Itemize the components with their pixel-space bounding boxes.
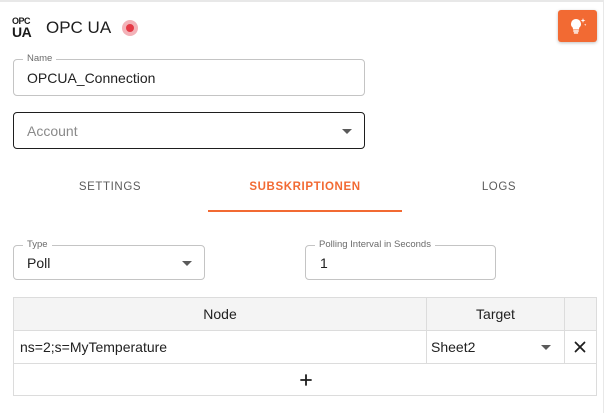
status-dot-icon [122,20,139,36]
polling-interval-value: 1 [320,255,328,271]
account-select-placeholder: Account [27,123,78,139]
table-row: ns=2;s=MyTemperature Sheet2 [14,331,596,364]
plus-icon [300,374,312,386]
target-select[interactable]: Sheet2 [431,339,475,355]
name-field-label: Name [23,53,57,65]
polling-interval-label: Polling Interval in Seconds [315,239,435,251]
logo-text-bottom: UA [12,24,32,40]
opc-ua-logo: OPC UA [12,15,38,41]
close-icon [574,341,586,353]
right-border [603,0,604,413]
active-tab-indicator [208,210,402,212]
page-title: OPC UA [46,18,112,37]
lightbulb-sparkle-icon [570,18,586,34]
type-select[interactable]: Type Poll [13,239,205,280]
add-row-button[interactable] [298,372,314,388]
column-header-node: Node [203,306,237,322]
chevron-down-icon[interactable] [541,345,551,350]
type-select-value: Poll [27,255,51,271]
tab-subscriptions[interactable]: SUBSKRIPTIONEN [208,172,402,212]
node-cell[interactable]: ns=2;s=MyTemperature [20,339,167,355]
chevron-down-icon [182,261,192,266]
top-border [0,0,603,2]
idea-button[interactable] [558,10,597,42]
column-divider [564,298,565,364]
chevron-down-icon [342,129,352,134]
remove-row-button[interactable] [572,339,588,355]
tab-settings[interactable]: SETTINGS [13,172,207,212]
type-select-label: Type [23,239,52,251]
table-header: Node Target [14,298,596,331]
name-field[interactable]: Name OPCUA_Connection [13,53,365,96]
column-divider [426,298,427,364]
polling-interval-field[interactable]: Polling Interval in Seconds 1 [305,239,496,280]
column-header-target: Target [476,306,515,322]
account-select[interactable]: Account [13,112,365,149]
tab-logs[interactable]: LOGS [402,172,596,212]
name-field-value: OPCUA_Connection [27,70,156,86]
subscriptions-table: Node Target ns=2;s=MyTemperature Sheet2 [13,297,597,396]
app-header: OPC UA OPC UA [12,14,139,42]
